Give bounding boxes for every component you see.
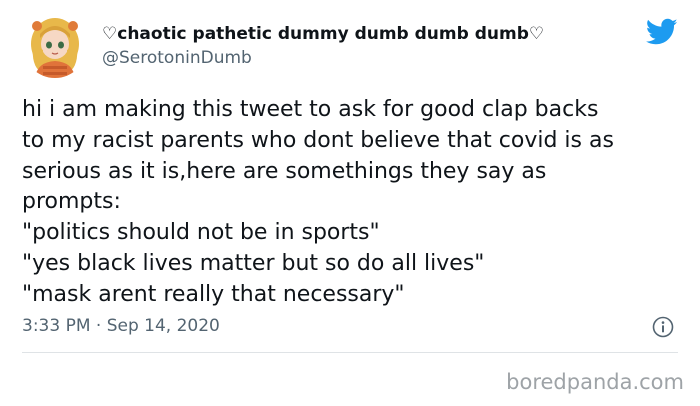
tweet-line: hi i am making this tweet to ask for goo… <box>22 97 599 122</box>
tweet-line: serious as it is,here are somethings the… <box>22 158 547 184</box>
tweet-line: "mask arent really that necessary" <box>22 281 405 307</box>
twitter-bird-icon[interactable] <box>645 18 678 46</box>
info-icon[interactable] <box>652 316 674 338</box>
divider <box>22 352 678 353</box>
tweet-line: "yes black lives matter but so do all li… <box>22 250 485 276</box>
tweet-line: "politics should not be in sports" <box>22 220 380 246</box>
avatar-image <box>31 18 79 78</box>
tweet-text: hi i am making this tweet to ask for goo… <box>22 95 682 311</box>
user-handle[interactable]: @SerotoninDumb <box>102 48 252 68</box>
tweet-line: prompts: <box>22 189 121 215</box>
display-name[interactable]: ♡chaotic pathetic dummy dumb dumb dumb♡ <box>102 24 544 44</box>
tweet-line: to my racist parents who dont believe th… <box>22 127 614 153</box>
tweet-card: ♡chaotic pathetic dummy dumb dumb dumb♡ … <box>0 0 700 406</box>
tweet-timestamp[interactable]: 3:33 PM · Sep 14, 2020 <box>22 316 220 336</box>
watermark-text: boredpanda.com <box>506 370 684 394</box>
avatar[interactable] <box>23 14 87 78</box>
twitter-bird-icon-svg <box>645 18 678 45</box>
info-icon-svg <box>652 316 674 338</box>
